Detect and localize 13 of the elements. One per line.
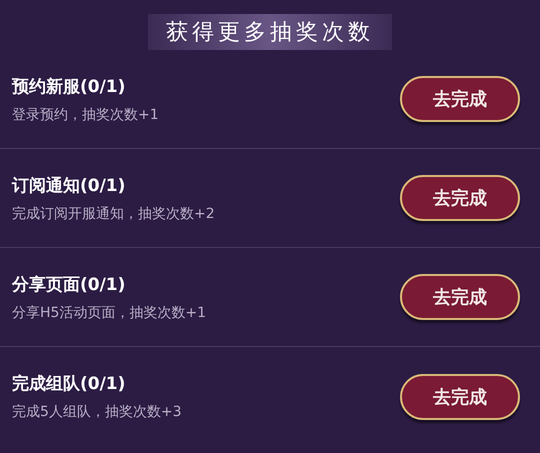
task-description: 完成5人组队，抽奖次数+3 bbox=[12, 403, 182, 421]
task-description: 登录预约，抽奖次数+1 bbox=[12, 106, 159, 124]
complete-button[interactable]: 去完成 bbox=[400, 175, 520, 221]
task-title: 预约新服(0/1) bbox=[12, 76, 126, 98]
task-title: 完成组队(0/1) bbox=[12, 373, 126, 395]
complete-button[interactable]: 去完成 bbox=[400, 374, 520, 420]
complete-button[interactable]: 去完成 bbox=[400, 274, 520, 320]
task-description: 完成订阅开服通知，抽奖次数+2 bbox=[12, 204, 215, 222]
task-title: 订阅通知(0/1) bbox=[12, 174, 126, 196]
section-title: 获得更多抽奖次数 bbox=[148, 14, 392, 50]
task-description: 分享H5活动页面，抽奖次数+1 bbox=[12, 304, 206, 322]
complete-button[interactable]: 去完成 bbox=[400, 76, 520, 122]
task-title: 分享页面(0/1) bbox=[12, 274, 126, 296]
